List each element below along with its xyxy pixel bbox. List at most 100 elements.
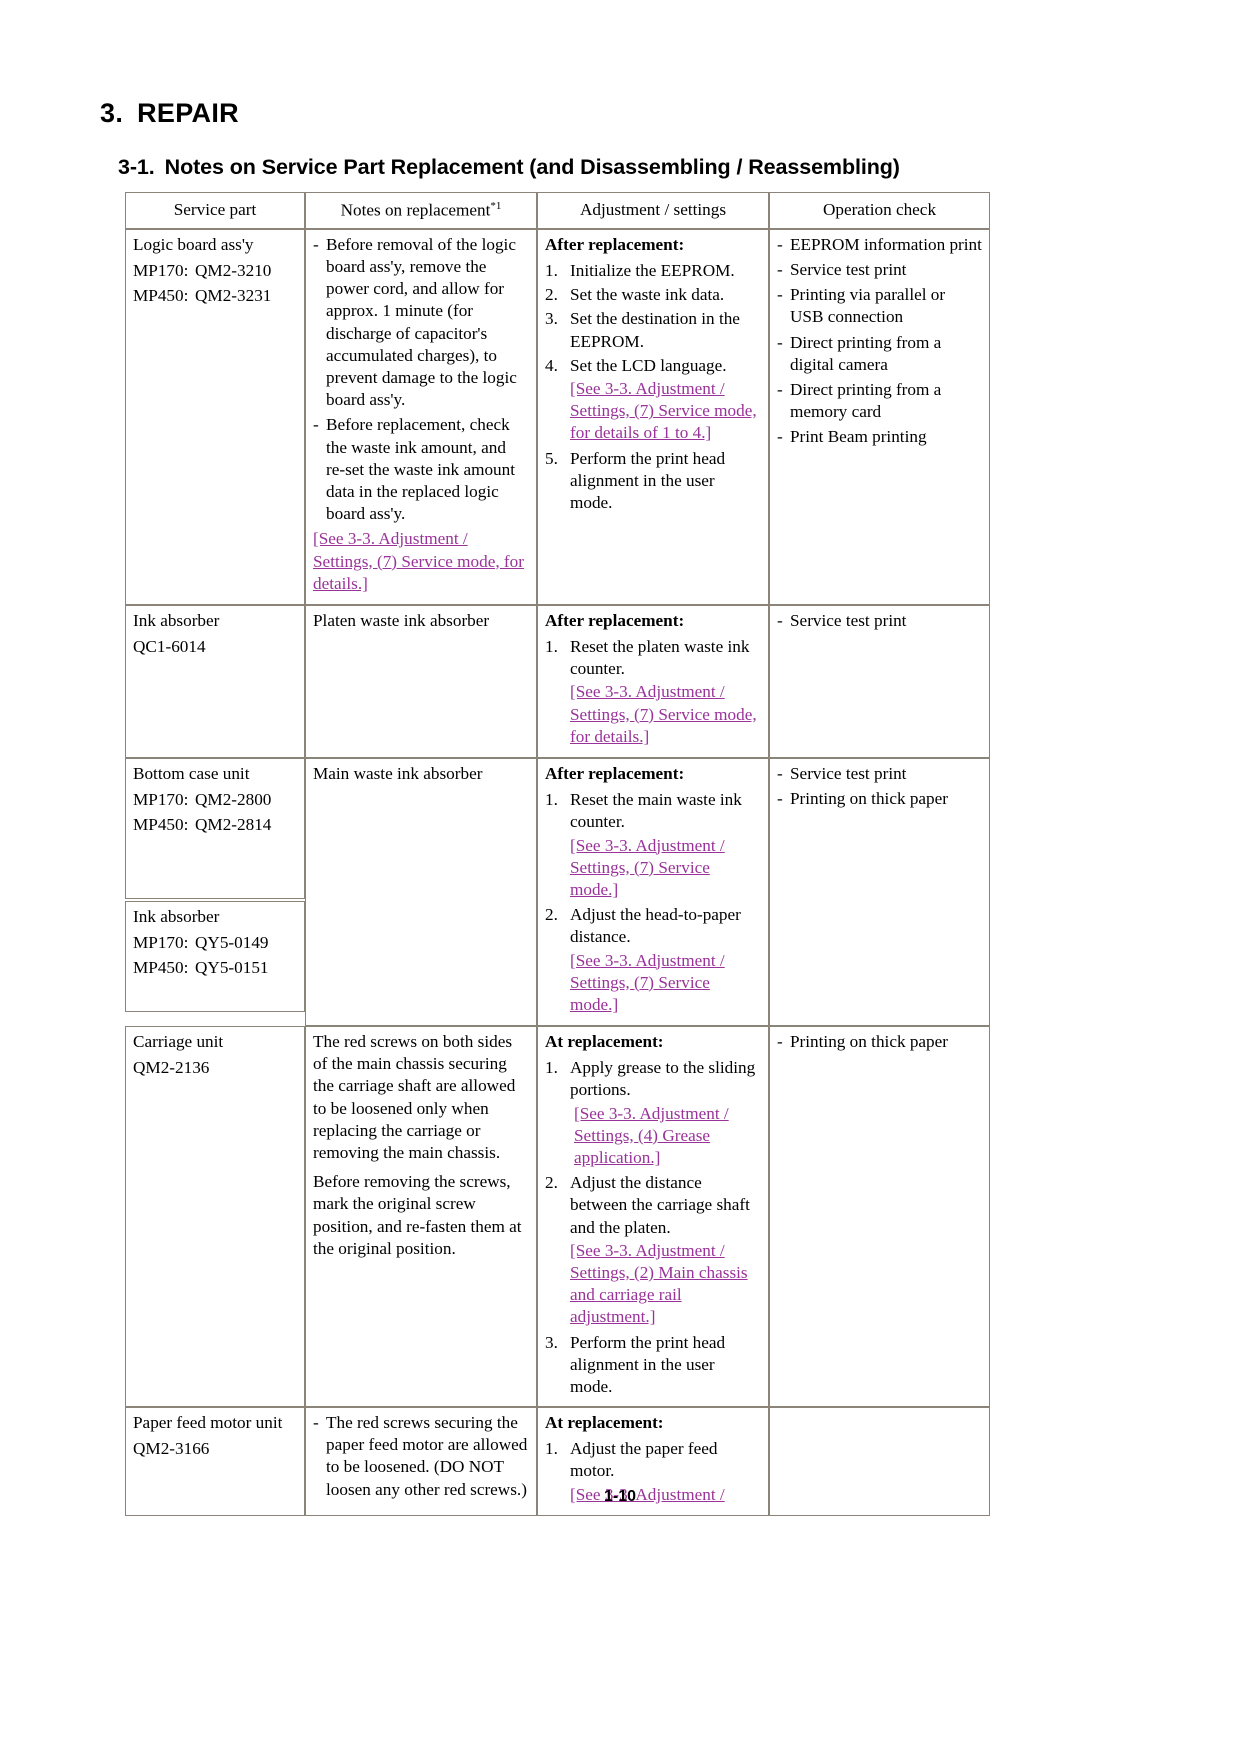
table-header-row: Service part Notes on replacement*1 Adju… — [125, 192, 990, 229]
part-number: MP170: QM2-2800 — [133, 789, 297, 811]
adjustment-step: 1. Apply grease to the sliding portions. … — [545, 1057, 761, 1169]
notes-bullet: Before removal of the logic board ass'y,… — [313, 234, 529, 412]
part-number: MP450: QM2-3231 — [133, 285, 297, 307]
step-marker: 3. — [545, 309, 558, 329]
cell-service-part: Ink absorber QC1-6014 — [125, 604, 305, 759]
cell-notes: The red screws on both sides of the main… — [305, 1026, 537, 1408]
notes-list: Before removal of the logic board ass'y,… — [313, 234, 529, 525]
section-title: Notes on Service Part Replacement (and D… — [164, 155, 900, 179]
cell-notes: Platen waste ink absorber — [305, 604, 537, 759]
operation-list: Service test print — [777, 610, 982, 632]
part-name: Ink absorber — [133, 610, 220, 630]
part-number: QM2-3166 — [133, 1438, 297, 1460]
cross-reference-link[interactable]: [See 3-3. Adjustment / Settings, (7) Ser… — [570, 950, 761, 1017]
cross-reference-link[interactable]: [See 3-3. Adjustment / Settings, (2) Mai… — [570, 1240, 761, 1329]
part-number: MP170: QY5-0149 — [133, 932, 297, 954]
part-code: QM2-2800 — [195, 790, 272, 810]
adjustment-step: 2. Adjust the distance between the carria… — [545, 1172, 761, 1328]
cell-service-part-split: Bottom case unit MP170: QM2-2800 MP450: QM… — [125, 758, 305, 1026]
part-number: MP450: QM2-2814 — [133, 814, 297, 836]
part-subcell-ink-absorber: Ink absorber MP170: QY5-0149 MP450: QY5-01… — [125, 901, 305, 1013]
cross-reference-link[interactable]: [See 3-3. Adjustment / Settings, (7) Ser… — [570, 681, 761, 748]
cell-service-part: Logic board ass'y MP170: QM2-3210 MP450: Q… — [125, 228, 305, 605]
table-row: Carriage unit QM2-2136 The red screws on… — [125, 1026, 990, 1408]
step-marker: 5. — [545, 448, 558, 468]
page-footer: 1-10 — [603, 1488, 637, 1505]
step-text: Set the destination in the EEPROM. — [570, 309, 740, 351]
step-marker: 2. — [545, 285, 558, 305]
operation-item: Print Beam printing — [777, 426, 982, 448]
notes-paragraph: Before removing the screws, mark the ori… — [313, 1172, 522, 1258]
notes-text: Main waste ink absorber — [313, 764, 483, 784]
part-number: QC1-6014 — [133, 636, 297, 658]
step-text: Reset the main waste ink counter. — [570, 790, 742, 832]
service-part-table: Service part Notes on replacement*1 Adju… — [125, 192, 990, 1516]
chapter-heading: 3. REPAIR — [100, 98, 239, 129]
cell-service-part: Carriage unit QM2-2136 — [125, 1026, 305, 1408]
cross-reference-link[interactable]: [See 3-3. Adjustment / Settings, (7) Ser… — [570, 378, 761, 445]
part-number: MP450: QY5-0151 — [133, 957, 297, 979]
section-heading: 3-1. Notes on Service Part Replacement (a… — [118, 155, 900, 180]
operation-item: Printing via parallel or USB connection — [777, 284, 982, 328]
part-code: QM2-3166 — [133, 1439, 210, 1459]
part-model: MP170: — [133, 933, 189, 953]
operation-item: Direct printing from a digital camera — [777, 332, 982, 376]
operation-item: Printing on thick paper — [777, 788, 982, 810]
part-model: MP170: — [133, 790, 189, 810]
table-row: Ink absorber QC1-6014 Platen waste ink a… — [125, 604, 990, 759]
step-text: Apply grease to the sliding portions. — [570, 1058, 756, 1100]
part-code: QM2-2814 — [195, 815, 272, 835]
table-row: Logic board ass'y MP170: QM2-3210 MP450: Q… — [125, 228, 990, 605]
adjustment-step: 2. Adjust the head-to-paper distance. [Se… — [545, 904, 761, 1016]
step-text: Reset the platen waste ink counter. — [570, 637, 750, 679]
step-text: Perform the print head alignment in the … — [570, 1332, 726, 1396]
part-name: Carriage unit — [133, 1032, 224, 1052]
cross-reference-link[interactable]: [See 3-3. Adjustment / Settings, (4) Gre… — [570, 1103, 761, 1170]
column-header-service-part: Service part — [125, 192, 305, 229]
column-header-notes-label: Notes on replacement — [340, 200, 491, 220]
part-model: MP450: — [133, 815, 189, 835]
column-header-operation: Operation check — [769, 192, 990, 229]
step-marker: 3. — [545, 1332, 558, 1352]
section-number: 3-1. — [118, 155, 155, 179]
cell-operation-check: EEPROM information print Service test pr… — [769, 228, 990, 605]
adjustment-steps: 1. Reset the main waste ink counter. [See… — [545, 789, 761, 1016]
document-page: 3. REPAIR 3-1. Notes on Service Part Repla… — [0, 0, 1240, 1754]
part-code: QC1-6014 — [133, 637, 206, 657]
adjustment-heading: At replacement: — [545, 1032, 664, 1052]
part-code: QM2-3210 — [195, 261, 272, 281]
adjustment-heading: After replacement: — [545, 610, 685, 630]
part-name: Bottom case unit — [133, 764, 250, 784]
part-model: MP450: — [133, 286, 189, 306]
notes-text: Platen waste ink absorber — [313, 610, 490, 630]
cross-reference-link[interactable]: [See 3-3. Adjustment / Settings, (7) Ser… — [313, 528, 529, 595]
operation-list: Printing on thick paper — [777, 1031, 982, 1053]
column-header-adjustment: Adjustment / settings — [537, 192, 769, 229]
adjustment-heading: After replacement: — [545, 234, 685, 254]
step-text: Perform the print head alignment in the … — [570, 448, 726, 512]
adjustment-heading: At replacement: — [545, 1413, 664, 1433]
operation-list: EEPROM information print Service test pr… — [777, 234, 982, 449]
adjustment-step: 1. Initialize the EEPROM. — [545, 260, 761, 282]
operation-item: Service test print — [777, 610, 982, 632]
step-text: Initialize the EEPROM. — [570, 261, 735, 281]
cell-adjustment: After replacement: 1. Reset the main wast… — [537, 758, 769, 1027]
cell-adjustment: After replacement: 1. Reset the platen wa… — [537, 604, 769, 759]
operation-list: Service test print Printing on thick pap… — [777, 763, 982, 811]
step-marker: 4. — [545, 355, 558, 375]
service-part-table-wrapper: Service part Notes on replacement*1 Adju… — [125, 192, 990, 1516]
step-marker: 1. — [545, 1439, 558, 1459]
chapter-number: 3. — [100, 98, 124, 128]
part-name: Logic board ass'y — [133, 234, 254, 254]
part-code: QY5-0149 — [195, 933, 269, 953]
step-marker: 2. — [545, 905, 558, 925]
cross-reference-link[interactable]: [See 3-3. Adjustment / Settings, (7) Ser… — [570, 835, 761, 902]
adjustment-steps: 1. Initialize the EEPROM. 2. Set the waste… — [545, 260, 761, 514]
chapter-title: REPAIR — [137, 98, 239, 128]
operation-item: Direct printing from a memory card — [777, 379, 982, 423]
table-row: Bottom case unit MP170: QM2-2800 MP450: QM… — [125, 758, 990, 1027]
part-model: MP170: — [133, 261, 189, 281]
adjustment-heading: After replacement: — [545, 764, 685, 784]
cell-operation-check: Service test print Printing on thick pap… — [769, 758, 990, 1027]
step-marker: 1. — [545, 637, 558, 657]
